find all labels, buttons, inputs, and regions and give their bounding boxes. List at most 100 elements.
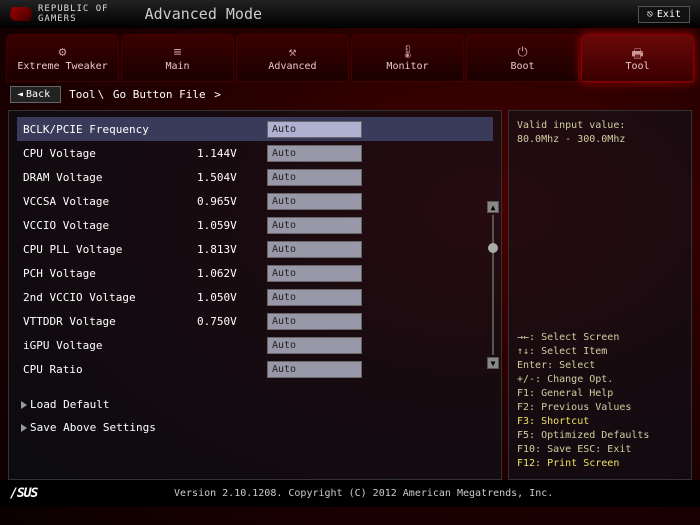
exit-button[interactable]: ⎋ Exit bbox=[638, 6, 690, 23]
tab-main[interactable]: ≡ Main bbox=[121, 34, 234, 82]
tab-advanced[interactable]: ⚒ Advanced bbox=[236, 34, 349, 82]
tab-tool[interactable]: 🖶 Tool bbox=[581, 34, 694, 82]
help-key-line: ↑↓: Select Item bbox=[517, 345, 683, 359]
setting-field[interactable]: Auto bbox=[267, 361, 362, 378]
help-key-line: →←: Select Screen bbox=[517, 331, 683, 345]
setting-row[interactable]: 2nd VCCIO Voltage 1.050V Auto bbox=[17, 285, 493, 309]
main-area: BCLK/PCIE Frequency Auto CPU Voltage 1.1… bbox=[0, 106, 700, 480]
settings-list: BCLK/PCIE Frequency Auto CPU Voltage 1.1… bbox=[17, 117, 493, 381]
setting-field[interactable]: Auto bbox=[267, 265, 362, 282]
brand-line2: GAMERS bbox=[38, 14, 109, 24]
footer-text: Version 2.10.1208. Copyright (C) 2012 Am… bbox=[174, 488, 553, 499]
setting-label: CPU PLL Voltage bbox=[17, 243, 197, 256]
tab-label: Tool bbox=[625, 61, 649, 72]
tab-monitor[interactable]: 🌡Monitor bbox=[351, 34, 464, 82]
setting-label: PCH Voltage bbox=[17, 267, 197, 280]
chevron-right-icon bbox=[21, 401, 27, 409]
setting-label: VCCSA Voltage bbox=[17, 195, 197, 208]
tab-icon: 🌡 bbox=[398, 45, 418, 59]
tab-label: Extreme Tweaker bbox=[17, 61, 107, 72]
setting-label: VCCIO Voltage bbox=[17, 219, 197, 232]
crumb-root[interactable]: Tool bbox=[69, 88, 96, 101]
mode-title: Advanced Mode bbox=[145, 5, 262, 23]
setting-readout: 0.965V bbox=[197, 195, 267, 208]
setting-readout: 1.062V bbox=[197, 267, 267, 280]
setting-label: VTTDDR Voltage bbox=[17, 315, 197, 328]
asus-logo: /SUS bbox=[10, 486, 37, 501]
setting-readout: 1.059V bbox=[197, 219, 267, 232]
back-button[interactable]: ◄ Back bbox=[10, 86, 61, 103]
setting-row[interactable]: VCCIO Voltage 1.059V Auto bbox=[17, 213, 493, 237]
save-above-action[interactable]: Save Above Settings bbox=[17, 418, 493, 437]
setting-row[interactable]: iGPU Voltage Auto bbox=[17, 333, 493, 357]
help-key-line: F1: General Help bbox=[517, 387, 683, 401]
setting-field[interactable]: Auto bbox=[267, 337, 362, 354]
tab-icon: ⏻ bbox=[513, 45, 533, 59]
tab-icon: ⚙ bbox=[53, 45, 73, 59]
setting-row[interactable]: CPU Voltage 1.144V Auto bbox=[17, 141, 493, 165]
back-arrow-icon: ◄ bbox=[17, 89, 23, 100]
scroll-thumb[interactable] bbox=[488, 243, 498, 253]
setting-row[interactable]: DRAM Voltage 1.504V Auto bbox=[17, 165, 493, 189]
setting-label: 2nd VCCIO Voltage bbox=[17, 291, 197, 304]
exit-icon: ⎋ bbox=[647, 9, 653, 20]
tab-label: Main bbox=[165, 61, 189, 72]
setting-field[interactable]: Auto bbox=[267, 289, 362, 306]
tab-icon: ≡ bbox=[168, 45, 188, 59]
help-key-line: F12: Print Screen bbox=[517, 457, 683, 471]
setting-row[interactable]: VTTDDR Voltage 0.750V Auto bbox=[17, 309, 493, 333]
tab-label: Boot bbox=[510, 61, 534, 72]
footer-bar: /SUS Version 2.10.1208. Copyright (C) 20… bbox=[0, 480, 700, 507]
help-key-line: F5: Optimized Defaults bbox=[517, 429, 683, 443]
setting-row[interactable]: VCCSA Voltage 0.965V Auto bbox=[17, 189, 493, 213]
load-default-label: Load Default bbox=[30, 398, 109, 411]
help-key-line: +/-: Change Opt. bbox=[517, 373, 683, 387]
tab-bar: ⚙ Extreme Tweaker ≡ Main ⚒ Advanced 🌡Monitor ⏻ B… bbox=[0, 28, 700, 82]
setting-field[interactable]: Auto bbox=[267, 217, 362, 234]
scroll-down-button[interactable]: ▼ bbox=[487, 357, 499, 369]
save-above-label: Save Above Settings bbox=[30, 421, 156, 434]
settings-panel: BCLK/PCIE Frequency Auto CPU Voltage 1.1… bbox=[8, 110, 502, 480]
setting-label: CPU Voltage bbox=[17, 147, 197, 160]
valid-input-range: 80.0Mhz - 300.0Mhz bbox=[517, 133, 683, 147]
setting-readout: 1.050V bbox=[197, 291, 267, 304]
load-default-action[interactable]: Load Default bbox=[17, 395, 493, 414]
scroll-up-button[interactable]: ▲ bbox=[487, 201, 499, 213]
setting-field[interactable]: Auto bbox=[267, 145, 362, 162]
setting-row[interactable]: PCH Voltage 1.062V Auto bbox=[17, 261, 493, 285]
help-key-line: F10: Save ESC: Exit bbox=[517, 443, 683, 457]
help-panel: Valid input value: 80.0Mhz - 300.0Mhz →←… bbox=[508, 110, 692, 480]
tab-icon: ⚒ bbox=[283, 45, 303, 59]
scrollbar[interactable]: ▲ ▼ bbox=[487, 201, 499, 369]
tab-boot[interactable]: ⏻ Boot bbox=[466, 34, 579, 82]
breadcrumb-bar: ◄ Back Tool\ Go Button File > bbox=[0, 82, 700, 106]
rog-eye-icon bbox=[8, 7, 34, 21]
setting-field[interactable]: Auto bbox=[267, 121, 362, 138]
setting-field[interactable]: Auto bbox=[267, 313, 362, 330]
setting-row[interactable]: BCLK/PCIE Frequency Auto bbox=[17, 117, 493, 141]
back-label: Back bbox=[26, 89, 50, 100]
setting-field[interactable]: Auto bbox=[267, 193, 362, 210]
setting-label: iGPU Voltage bbox=[17, 339, 197, 352]
setting-label: DRAM Voltage bbox=[17, 171, 197, 184]
setting-label: CPU Ratio bbox=[17, 363, 197, 376]
chevron-right-icon: > bbox=[214, 88, 221, 101]
help-info: Valid input value: 80.0Mhz - 300.0Mhz bbox=[517, 119, 683, 147]
setting-row[interactable]: CPU Ratio Auto bbox=[17, 357, 493, 381]
exit-label: Exit bbox=[657, 9, 681, 20]
help-key-line: F3: Shortcut bbox=[517, 415, 683, 429]
breadcrumb: Tool\ Go Button File > bbox=[69, 88, 223, 101]
brand-line1: REPUBLIC OF bbox=[38, 4, 109, 14]
scroll-track[interactable] bbox=[492, 215, 494, 355]
valid-input-label: Valid input value: bbox=[517, 119, 683, 133]
setting-field[interactable]: Auto bbox=[267, 169, 362, 186]
tab-label: Advanced bbox=[268, 61, 316, 72]
setting-row[interactable]: CPU PLL Voltage 1.813V Auto bbox=[17, 237, 493, 261]
help-key-line: Enter: Select bbox=[517, 359, 683, 373]
help-key-line: F2: Previous Values bbox=[517, 401, 683, 415]
help-keys: →←: Select Screen↑↓: Select ItemEnter: S… bbox=[517, 331, 683, 471]
rog-logo: REPUBLIC OF GAMERS bbox=[10, 4, 109, 24]
tab-icon: 🖶 bbox=[628, 45, 648, 59]
setting-field[interactable]: Auto bbox=[267, 241, 362, 258]
tab-extreme-tweaker[interactable]: ⚙ Extreme Tweaker bbox=[6, 34, 119, 82]
